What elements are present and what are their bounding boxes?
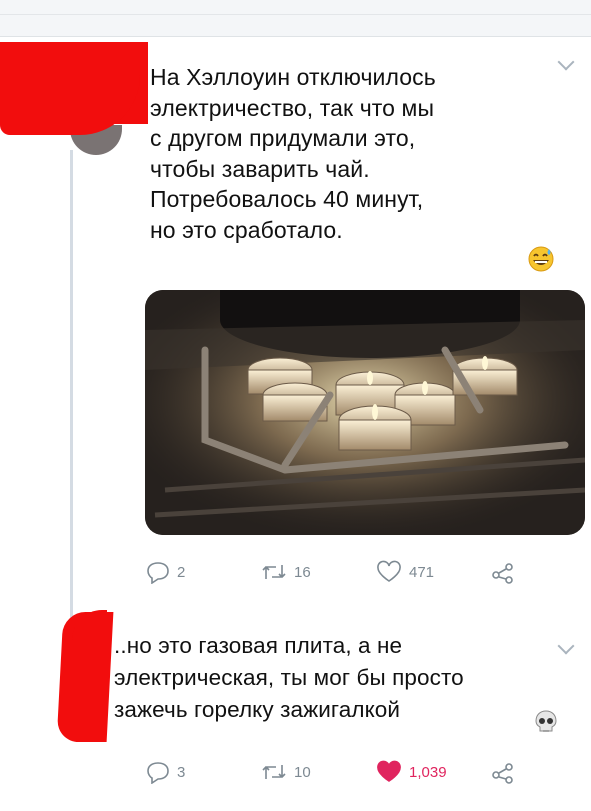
reply-count: 3: [177, 763, 186, 781]
share-icon: [492, 563, 513, 584]
share-button[interactable]: [490, 760, 516, 784]
top-bar: [0, 0, 591, 37]
reply-button[interactable]: 3: [145, 760, 185, 784]
share-icon: [492, 763, 513, 784]
thread-line: [70, 150, 73, 620]
retweet-count: 10: [294, 763, 311, 781]
like-button[interactable]: 1,039: [375, 760, 447, 784]
retweet-button[interactable]: 16: [260, 560, 311, 584]
like-count: 471: [409, 563, 435, 581]
tweet-text: На Хэллоуин отключилось электричество, т…: [150, 62, 570, 245]
tweet-text: ..но это газовая плита, а не электрическ…: [114, 630, 591, 726]
tweet-line: но это сработало.: [150, 216, 343, 243]
grinning-sweat-emoji: [528, 246, 554, 272]
retweet-icon: [262, 565, 286, 579]
like-count: 1,039: [409, 763, 447, 781]
like-icon: [377, 560, 401, 582]
reply-icon: [147, 762, 169, 784]
like-button[interactable]: 471: [375, 560, 434, 584]
share-button[interactable]: [490, 560, 516, 584]
tweet-actions: 2 16 471: [145, 560, 585, 588]
tweet-line: зажечь горелку зажигалкой: [114, 697, 401, 722]
tweet-line: электрическая, ты мог бы просто: [114, 665, 464, 690]
tweet-photo[interactable]: [145, 290, 585, 535]
candles-under-pot-photo: [145, 290, 585, 535]
retweet-icon: [262, 765, 286, 779]
reply-count: 2: [177, 563, 186, 581]
retweet-count: 16: [294, 563, 311, 581]
retweet-button[interactable]: 10: [260, 760, 311, 784]
tweet-line: Потребовалось 40 минут,: [150, 186, 424, 212]
tweet-line: с другом придумали это,: [150, 125, 416, 151]
tweet-line: электричество, так что мы: [150, 94, 435, 121]
reply-icon: [147, 562, 169, 584]
skull-emoji: [535, 710, 557, 732]
tweet-actions: 3 10 1,039: [145, 760, 585, 788]
reply-button[interactable]: 2: [145, 560, 185, 584]
tweet-line: чтобы заварить чай.: [150, 155, 370, 182]
tweet-line: ..но это газовая плита, а не: [114, 633, 403, 658]
tweet-line: На Хэллоуин отключилось: [150, 64, 436, 90]
like-icon: [377, 760, 401, 782]
